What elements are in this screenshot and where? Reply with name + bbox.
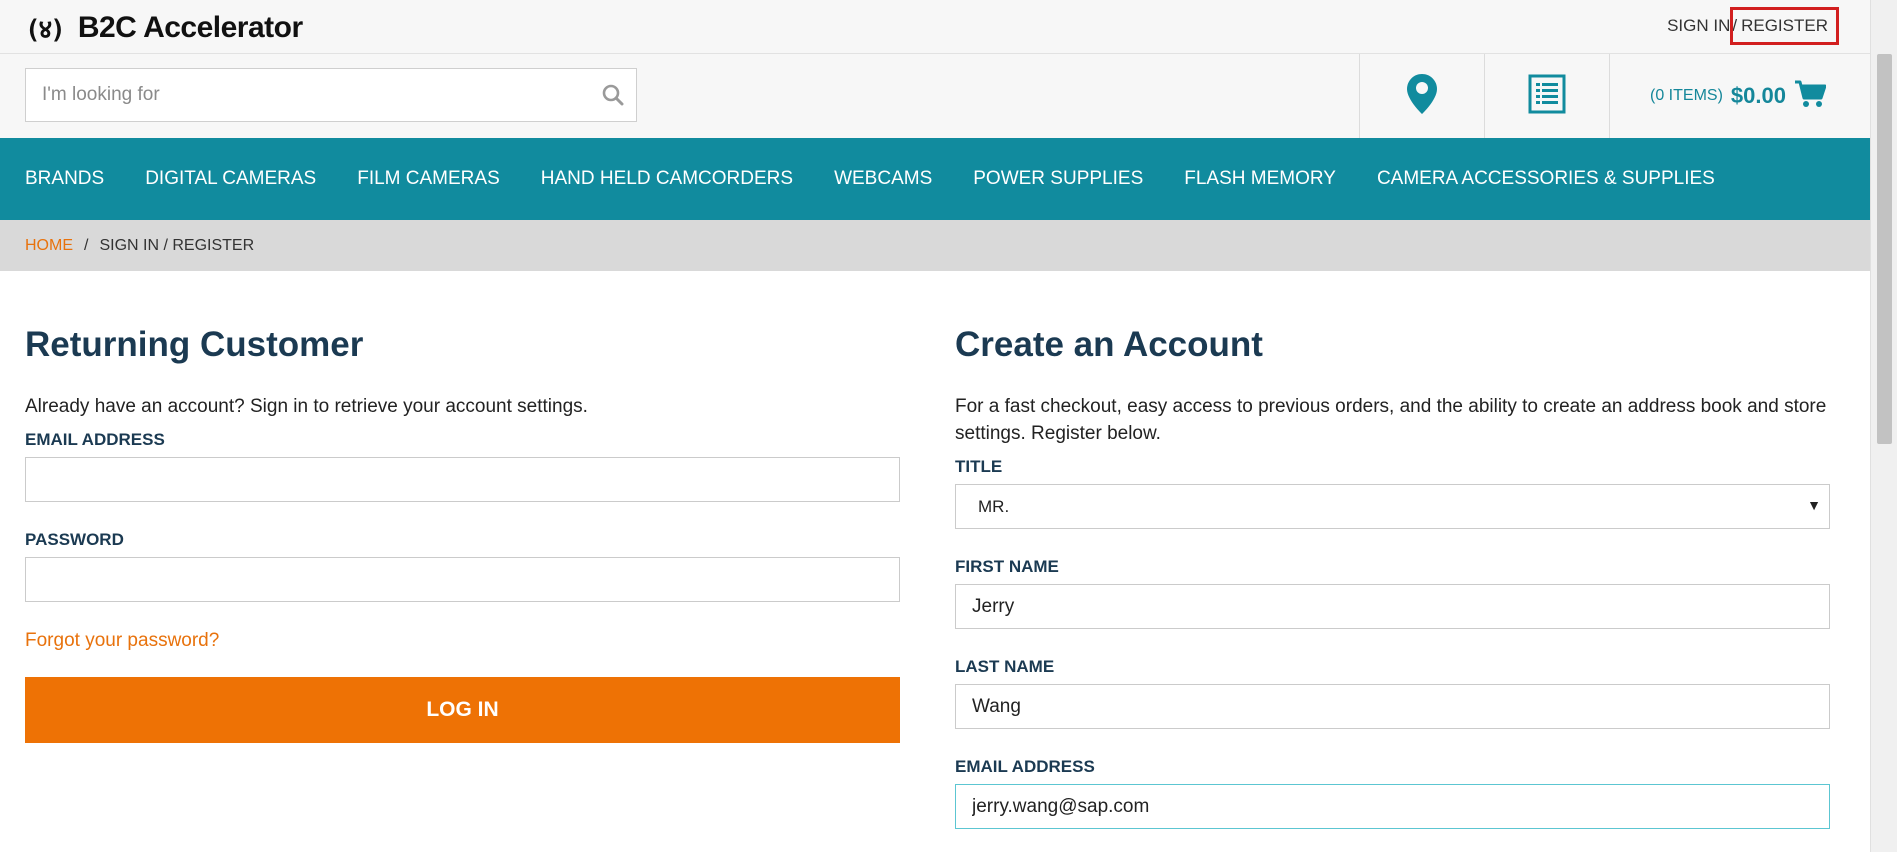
nav-item-digital-cameras[interactable]: DIGITAL CAMERAS	[145, 168, 316, 190]
scrollbar-thumb[interactable]	[1877, 54, 1892, 444]
caret-down-icon: ▼	[1807, 497, 1821, 513]
nav-item-webcams[interactable]: WEBCAMS	[834, 168, 932, 190]
search-input[interactable]	[26, 69, 590, 121]
log-in-button[interactable]: LOG IN	[25, 677, 900, 743]
title-select-value: MR.	[978, 497, 1010, 516]
map-pin-icon	[1406, 73, 1438, 120]
login-description: Already have an account? Sign in to retr…	[25, 396, 588, 417]
first-name-label: FIRST NAME	[955, 557, 1059, 576]
cart-item-count: (0 ITEMS)	[1650, 87, 1723, 104]
register-link[interactable]: REGISTER	[1730, 7, 1839, 45]
quick-order-button[interactable]	[1484, 54, 1609, 138]
logo-mark: (४)	[25, 15, 66, 45]
account-links: SIGN IN / REGISTER	[1667, 7, 1839, 45]
last-name-input[interactable]	[955, 684, 1830, 729]
login-password-input[interactable]	[25, 557, 900, 602]
mini-cart[interactable]: (0 ITEMS) $0.00	[1609, 54, 1870, 138]
login-password-label: PASSWORD	[25, 530, 124, 549]
nav-item-film-cameras[interactable]: FILM CAMERAS	[357, 168, 500, 190]
breadcrumb-current: SIGN IN / REGISTER	[99, 236, 255, 254]
logo-text: B2C Accelerator	[77, 11, 303, 44]
title-select[interactable]: MR. ▼	[955, 484, 1830, 529]
cart-total: $0.00	[1730, 83, 1786, 108]
breadcrumb-home-link[interactable]: HOME	[25, 237, 73, 255]
breadcrumb-separator: /	[84, 236, 89, 254]
register-title: Create an Account	[955, 325, 1263, 364]
nav-item-camera-accessories[interactable]: CAMERA ACCESSORIES & SUPPLIES	[1377, 168, 1715, 190]
login-section: Returning Customer Already have an accou…	[25, 325, 900, 743]
forgot-password-link[interactable]: Forgot your password?	[25, 630, 900, 652]
login-email-label: EMAIL ADDRESS	[25, 430, 165, 449]
login-title: Returning Customer	[25, 325, 364, 364]
search-box	[25, 68, 637, 122]
page: (४) B2C Accelerator SIGN IN / REGISTER I…	[0, 0, 1870, 852]
category-nav: BRANDS DIGITAL CAMERAS FILM CAMERAS HAND…	[0, 138, 1870, 220]
register-email-input[interactable]	[955, 784, 1830, 829]
breadcrumb: HOME / SIGN IN / REGISTER	[0, 220, 1870, 271]
nav-item-brands[interactable]: BRANDS	[25, 168, 104, 190]
register-section: Create an Account For a fast checkout, e…	[955, 325, 1830, 852]
register-email-label: EMAIL ADDRESS	[955, 757, 1095, 776]
cart-icon	[1794, 79, 1827, 114]
top-bar: (४) B2C Accelerator SIGN IN / REGISTER	[0, 0, 1870, 54]
register-title-label: TITLE	[955, 457, 1003, 476]
store-finder-button[interactable]	[1359, 54, 1484, 138]
account-link-separator: /	[1732, 16, 1738, 35]
login-email-input[interactable]	[25, 457, 900, 502]
register-description: For a fast checkout, easy access to prev…	[955, 396, 1827, 444]
site-logo[interactable]: (४) B2C Accelerator	[25, 10, 303, 46]
search-icon[interactable]	[590, 69, 636, 121]
first-name-input[interactable]	[955, 584, 1830, 629]
list-icon	[1528, 74, 1566, 119]
nav-item-hand-held-camcorders[interactable]: HAND HELD CAMCORDERS	[541, 168, 793, 190]
nav-item-power-supplies[interactable]: POWER SUPPLIES	[973, 168, 1143, 190]
search-row: (0 ITEMS) $0.00	[0, 54, 1870, 138]
last-name-label: LAST NAME	[955, 657, 1055, 676]
sign-in-link[interactable]: SIGN IN	[1667, 16, 1730, 36]
page-scrollbar[interactable]	[1870, 0, 1897, 852]
nav-item-flash-memory[interactable]: FLASH MEMORY	[1184, 168, 1336, 190]
